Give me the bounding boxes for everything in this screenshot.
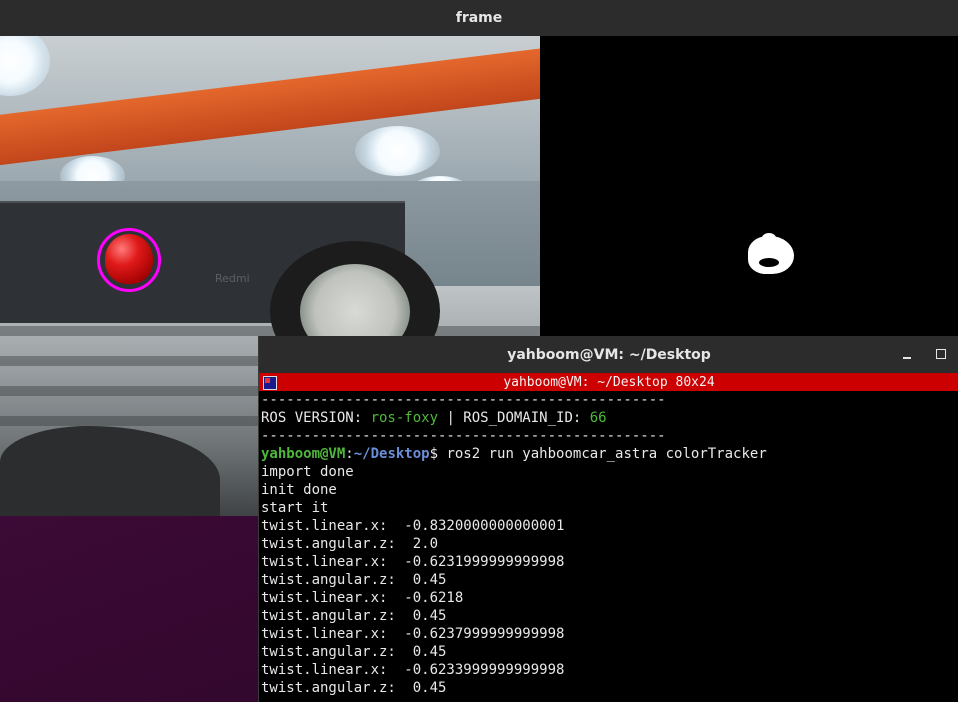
terminal-title: yahboom@VM: ~/Desktop [259, 336, 958, 373]
prompt-user: yahboom@VM [261, 446, 346, 462]
terminal-line: twist.linear.x: -0.6233999999999998 [261, 662, 565, 678]
terminal-line: ----------------------------------------… [261, 392, 666, 408]
terminal-prompt-line: yahboom@VM:~/Desktop$ ros2 run yahboomca… [261, 446, 767, 462]
terminal-window[interactable]: yahboom@VM: ~/Desktop yahboom@VM: ~/Desk… [258, 336, 958, 702]
terminal-output[interactable]: ----------------------------------------… [261, 391, 957, 697]
terminal-line: twist.linear.x: -0.6231999999999998 [261, 554, 565, 570]
maximize-icon [936, 349, 946, 359]
terminal-tab-bar[interactable]: yahboom@VM: ~/Desktop 80x24 [259, 373, 958, 391]
ceiling-light [355, 126, 440, 176]
minimize-icon [903, 357, 911, 359]
terminal-line: start it [261, 500, 329, 516]
camera-watermark: Redmi [215, 272, 250, 285]
terminal-line: init done [261, 482, 337, 498]
terminal-line: ROS VERSION: ros-foxy | ROS_DOMAIN_ID: 6… [261, 410, 607, 426]
terminal-line: import done [261, 464, 354, 480]
terminal-tab-label: yahboom@VM: ~/Desktop 80x24 [503, 374, 715, 390]
terminal-line: twist.angular.z: 0.45 [261, 680, 447, 696]
binary-mask-view [540, 36, 958, 336]
minimize-button[interactable] [897, 344, 917, 364]
terminal-line: ----------------------------------------… [261, 428, 666, 444]
terminal-line: twist.linear.x: -0.6237999999999998 [261, 626, 565, 642]
mask-blob-top [762, 233, 776, 243]
maximize-button[interactable] [931, 344, 951, 364]
tracking-circle [97, 228, 161, 292]
terminal-line: twist.angular.z: 0.45 [261, 644, 447, 660]
terminal-command: ros2 run yahboomcar_astra colorTracker [446, 446, 767, 462]
prompt-path: ~/Desktop [353, 446, 430, 462]
terminal-line: twist.angular.z: 0.45 [261, 608, 447, 624]
terminal-line: twist.linear.x: -0.6218 [261, 590, 464, 606]
terminal-line: twist.angular.z: 2.0 [261, 536, 439, 552]
frame-window-title: frame [0, 0, 958, 36]
terminal-line: twist.linear.x: -0.8320000000000001 [261, 518, 565, 534]
mask-blob-hole [759, 258, 779, 267]
terminal-line: twist.angular.z: 0.45 [261, 572, 447, 588]
terminal-app-icon [263, 376, 277, 390]
